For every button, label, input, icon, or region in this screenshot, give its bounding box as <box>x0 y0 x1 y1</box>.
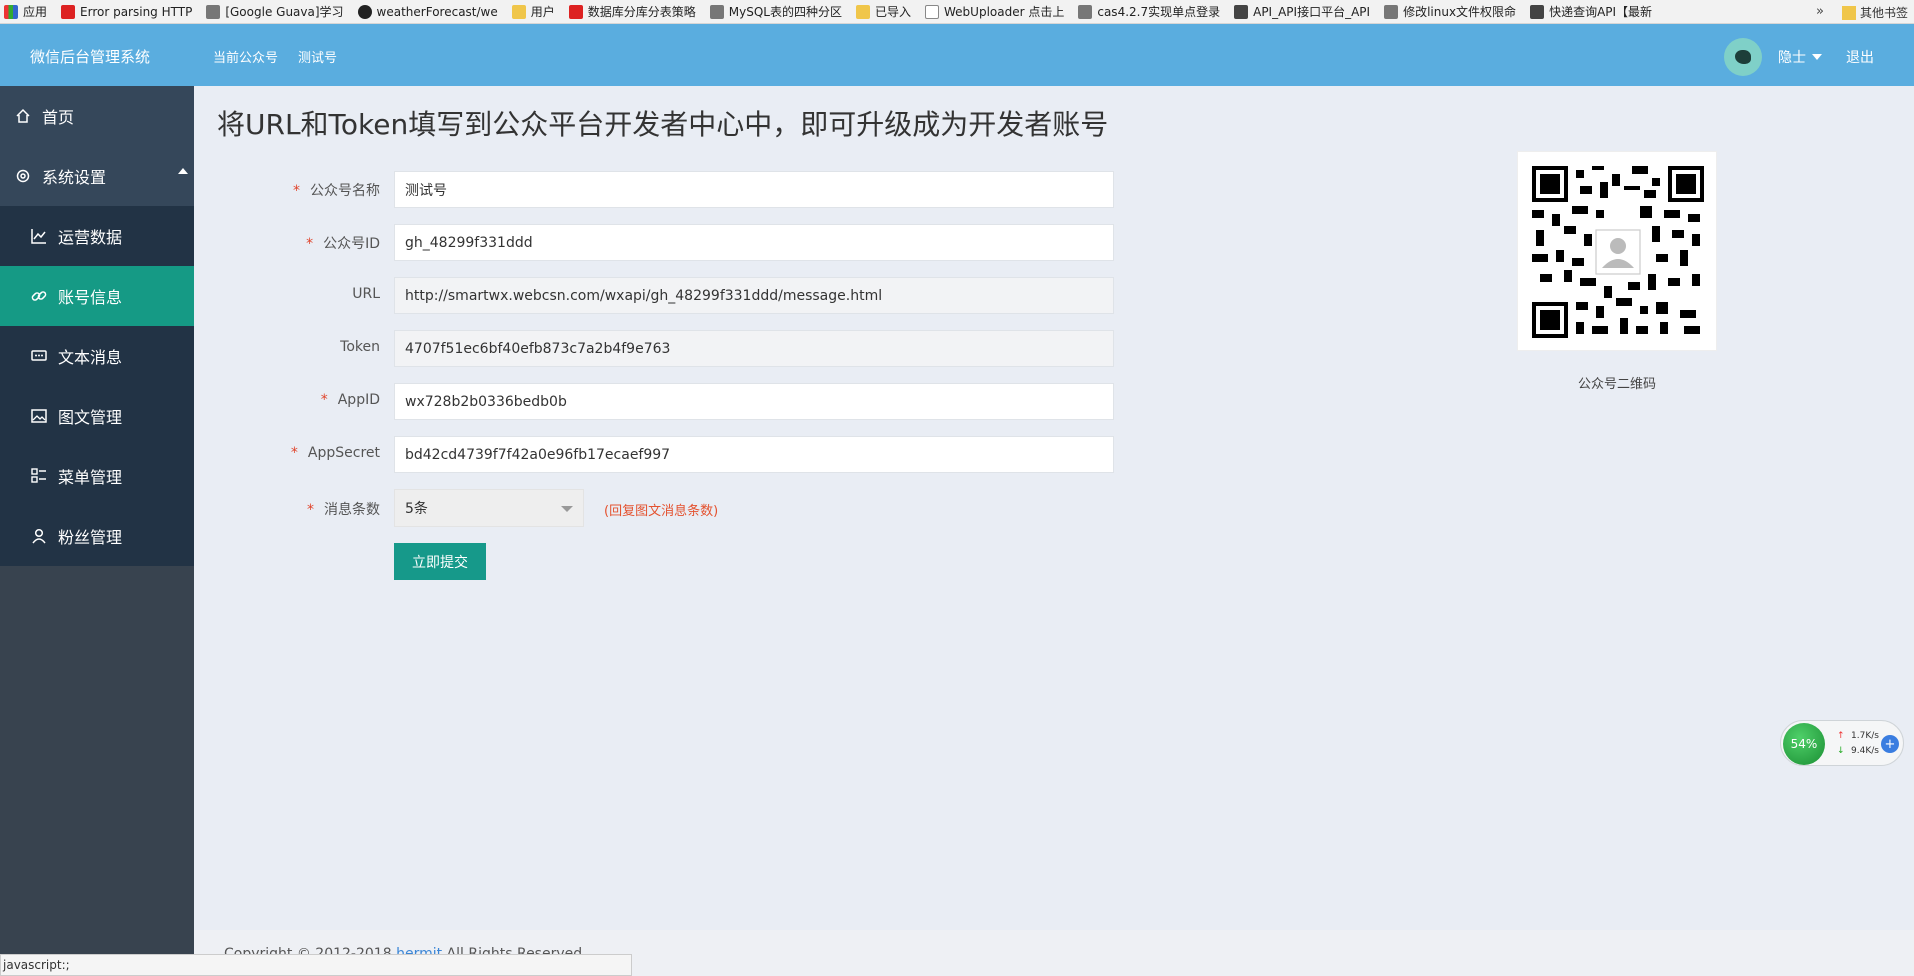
home-icon <box>14 107 32 125</box>
qr-caption: 公众号二维码 <box>1577 377 1656 392</box>
appid-field[interactable]: wx728b2b0336bedb0b <box>394 383 1114 420</box>
header-nav: 当前公众号 测试号 <box>213 47 357 66</box>
avatar[interactable] <box>1724 38 1762 76</box>
sidebar-item-account-info[interactable]: 账号信息 <box>0 266 194 326</box>
sidebar-item-label: 菜单管理 <box>58 468 123 487</box>
plus-icon[interactable]: + <box>1881 735 1899 753</box>
page-title: 将URL和Token填写到公众平台开发者中心中，即可升级成为开发者账号 <box>217 108 1109 141</box>
github-icon <box>357 4 372 19</box>
bookmark-item[interactable]: 修改linux文件权限命 <box>1384 3 1516 20</box>
site-icon <box>709 4 724 19</box>
bookmark-item[interactable]: 快递查询API【最新 <box>1530 3 1652 20</box>
chevron-down-icon <box>561 506 573 512</box>
link-icon <box>30 287 48 305</box>
message-count-hint: (回复图文消息条数) <box>604 504 719 519</box>
user-name: 隐士 <box>1778 50 1806 66</box>
site-icon <box>1078 4 1093 19</box>
account-name-field[interactable]: 测试号 <box>394 171 1114 208</box>
user-icon <box>30 527 48 545</box>
bookmark-item[interactable]: Error parsing HTTP <box>61 4 192 19</box>
field-label: * 公众号ID <box>306 236 380 252</box>
folder-icon <box>856 4 870 19</box>
bookmark-folder[interactable]: 已导入 <box>856 3 911 20</box>
folder-icon <box>1841 5 1856 20</box>
sidebar-item-label: 文本消息 <box>58 348 123 367</box>
sidebar-item-home[interactable]: 首页 <box>0 86 194 146</box>
nav-test-account[interactable]: 测试号 <box>298 47 337 66</box>
chevron-up-icon <box>178 168 188 174</box>
field-label: URL <box>352 286 380 302</box>
sidebar-item-label: 图文管理 <box>58 408 123 427</box>
message-count-select[interactable]: 5条 <box>394 489 584 527</box>
bookmark-apps[interactable]: 应用 <box>4 3 47 20</box>
submit-button[interactable]: 立即提交 <box>394 543 486 580</box>
sidebar-item-news[interactable]: 图文管理 <box>0 386 194 446</box>
sidebar-item-label: 账号信息 <box>58 288 123 307</box>
chart-icon <box>30 227 48 245</box>
csdn-icon <box>61 4 76 19</box>
bookmark-folder[interactable]: 用户 <box>511 3 555 20</box>
user-menu[interactable]: 隐士 <box>1778 47 1822 67</box>
bookmark-item[interactable]: API_API接口平台_API <box>1234 3 1370 20</box>
field-label: * AppSecret <box>290 445 380 461</box>
download-speed: 9.4K/s <box>1851 746 1879 756</box>
sidebar-item-fans[interactable]: 粉丝管理 <box>0 506 194 566</box>
top-header: 微信后台管理系统 当前公众号 测试号 隐士 退出 <box>0 24 1914 86</box>
bookmarks-bar: 应用 Error parsing HTTP [Google Guava]学习 w… <box>0 0 1914 24</box>
image-icon <box>30 407 48 425</box>
bookmark-item[interactable]: WebUploader 点击上 <box>925 3 1064 20</box>
arrow-up-icon: ↑ <box>1837 731 1845 741</box>
bookmark-item[interactable]: [Google Guava]学习 <box>206 3 344 20</box>
sidebar-item-settings[interactable]: 系统设置 <box>0 146 194 206</box>
bookmark-item[interactable]: cas4.2.7实现单点登录 <box>1078 3 1220 20</box>
app-title[interactable]: 微信后台管理系统 <box>30 46 150 67</box>
qr-code <box>1517 151 1717 351</box>
sidebar-item-label: 系统设置 <box>42 168 107 187</box>
caret-down-icon <box>1812 54 1822 60</box>
browser-status-bar: javascript:; <box>0 954 632 976</box>
logout-link[interactable]: 退出 <box>1846 47 1874 67</box>
field-label: * 公众号名称 <box>293 183 380 199</box>
page-icon <box>925 4 940 19</box>
appsecret-field[interactable]: bd42cd4739f7f42a0e96fb17ecaef997 <box>394 436 1114 473</box>
csdn-icon <box>568 4 583 19</box>
folder-icon <box>511 4 526 19</box>
site-icon <box>1384 4 1399 19</box>
gear-icon <box>14 167 32 185</box>
sidebar-item-label: 粉丝管理 <box>58 528 123 547</box>
apps-icon <box>4 4 18 19</box>
network-speed-widget[interactable]: 54% ↑ 1.7K/s ↓ 9.4K/s + <box>1780 720 1904 766</box>
bookmarks-more-button[interactable]: » <box>1816 4 1824 19</box>
message-icon <box>30 347 48 365</box>
qr-code-image <box>1532 166 1704 338</box>
field-label: Token <box>340 339 380 355</box>
code-icon <box>1234 4 1249 19</box>
sidebar-item-label: 首页 <box>42 108 75 127</box>
arrow-down-icon: ↓ <box>1837 746 1845 756</box>
sidebar-item-operations[interactable]: 运营数据 <box>0 206 194 266</box>
list-icon <box>30 467 48 485</box>
other-bookmarks[interactable]: 其他书签 <box>1841 4 1908 21</box>
site-icon <box>206 4 221 19</box>
sidebar-item-menu[interactable]: 菜单管理 <box>0 446 194 506</box>
sidebar-item-text-messages[interactable]: 文本消息 <box>0 326 194 386</box>
bookmark-item[interactable]: weatherForecast/we <box>357 4 498 19</box>
bird-icon <box>1735 50 1751 64</box>
code-icon <box>1530 4 1545 19</box>
sidebar-item-label: 运营数据 <box>58 228 123 247</box>
account-id-field[interactable]: gh_48299f331ddd <box>394 224 1114 261</box>
upload-speed: 1.7K/s <box>1851 731 1879 741</box>
nav-current-account[interactable]: 当前公众号 <box>213 47 278 66</box>
field-label: * AppID <box>320 392 380 408</box>
token-field[interactable]: 4707f51ec6bf40efb873c7a2b4f9e763 <box>394 330 1114 367</box>
url-field[interactable]: http://smartwx.webcsn.com/wxapi/gh_48299… <box>394 277 1114 314</box>
cpu-percent-badge: 54% <box>1783 723 1825 765</box>
sidebar: 首页 系统设置 运营数据 账号信息 文本消息 图文管理 菜单管理 粉丝管理 <box>0 86 194 976</box>
bookmark-item[interactable]: 数据库分库分表策略 <box>568 3 696 20</box>
bookmark-item[interactable]: MySQL表的四种分区 <box>709 3 842 20</box>
field-label: * 消息条数 <box>307 502 380 518</box>
